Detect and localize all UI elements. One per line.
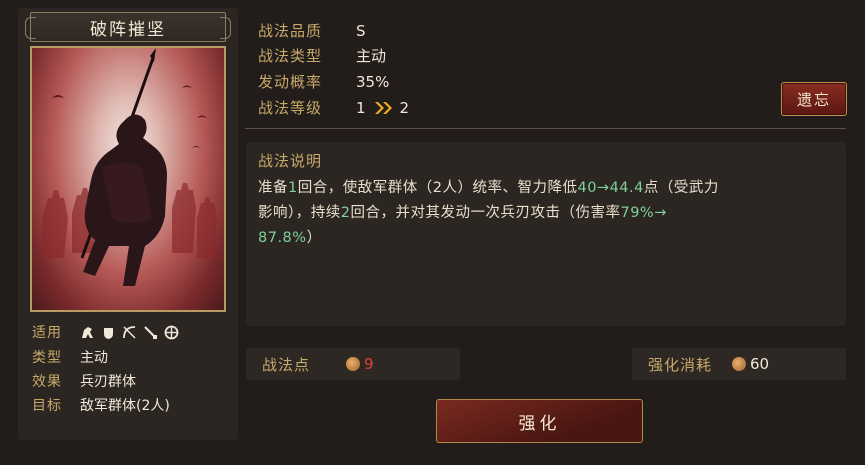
desc-text-span: 影响），持续 — [258, 205, 341, 221]
divider — [245, 128, 846, 129]
desc-text-span: 回合，并对其发动一次兵刃攻击（伤害率 — [350, 205, 621, 221]
tactic-type-value: 主动 — [356, 47, 387, 65]
tactic-points-box: 战法点 9 — [246, 348, 460, 380]
quality-label: 战法品质 — [258, 22, 323, 40]
quality-row: 战法品质 S — [258, 20, 366, 41]
description-title: 战法说明 — [258, 152, 323, 170]
forget-button[interactable]: 遗忘 — [781, 82, 847, 116]
upgrade-cost-box: 强化消耗 60 — [632, 348, 846, 380]
tactic-points-value: 9 — [364, 355, 374, 373]
desc-text-span: 准备 — [258, 180, 288, 196]
rate-row: 发动概率 35% — [258, 71, 389, 92]
level-next: 2 — [399, 98, 410, 117]
target-label: 目标 — [32, 398, 62, 414]
effect-label: 效果 — [32, 374, 62, 390]
description-panel: 战法说明 准备1回合，使敌军群体（2人）统率、智力降低40→44.4点（受武力 … — [246, 142, 846, 326]
desc-text-span: 回合，使敌军群体（2人）统率、智力降低 — [297, 180, 578, 196]
cavalry-icon — [80, 325, 95, 340]
tactic-type-row: 战法类型 主动 — [258, 45, 386, 66]
desc-text-span: 点（受武力 — [643, 180, 719, 196]
tactic-portrait — [30, 46, 226, 312]
tactic-type-label: 战法类型 — [258, 47, 323, 65]
effect-value: 兵刃群体 — [80, 374, 136, 390]
bow-icon — [122, 325, 137, 340]
type-row: 类型 主动 — [32, 347, 108, 367]
type-label: 类型 — [32, 350, 62, 366]
applicable-row: 适用 — [32, 322, 179, 342]
desc-value-span: 87.8% — [258, 230, 307, 246]
rate-value: 35% — [356, 72, 390, 91]
level-current: 1 — [356, 98, 366, 117]
tactic-point-coin-icon — [346, 357, 360, 371]
description-line-2: 影响），持续2回合，并对其发动一次兵刃攻击（伤害率79%→ — [258, 201, 834, 226]
tactic-name-plate: 破阵摧坚 — [25, 12, 231, 42]
desc-text-span: ） — [306, 230, 322, 246]
rate-label: 发动概率 — [258, 73, 323, 91]
description-text: 准备1回合，使敌军群体（2人）统率、智力降低40→44.4点（受武力 影响），持… — [258, 176, 834, 251]
type-value: 主动 — [80, 350, 108, 366]
target-row: 目标 敌军群体(2人) — [32, 395, 170, 415]
desc-value-span: 40→44.4 — [577, 180, 644, 196]
tactic-card-panel: 破阵摧坚 适用 类型 主动 效果 兵刃群体 目标 敌军群体(2人) — [18, 8, 238, 440]
description-line-3: 87.8%） — [258, 226, 834, 251]
level-label: 战法等级 — [258, 99, 323, 117]
rider-silhouette-image — [42, 48, 217, 286]
tactic-points-label: 战法点 — [262, 355, 311, 374]
target-value: 敌军群体(2人) — [80, 398, 170, 414]
upgrade-button[interactable]: 强化 — [436, 399, 643, 443]
tactic-name: 破阵摧坚 — [90, 19, 166, 40]
siege-icon — [164, 325, 179, 340]
tactic-point-coin-icon — [732, 357, 746, 371]
quality-value: S — [356, 21, 366, 40]
level-row: 战法等级 1 2 — [258, 97, 409, 118]
level-up-arrow-icon — [374, 101, 394, 115]
effect-row: 效果 兵刃群体 — [32, 371, 136, 391]
desc-value-span: 79%→ — [620, 205, 667, 221]
upgrade-cost-label: 强化消耗 — [648, 355, 713, 374]
desc-value-span: 1 — [288, 180, 298, 196]
spear-icon — [143, 325, 158, 340]
description-line-1: 准备1回合，使敌军群体（2人）统率、智力降低40→44.4点（受武力 — [258, 176, 834, 201]
shield-icon — [101, 325, 116, 340]
applicable-label: 适用 — [32, 325, 62, 341]
upgrade-cost-value: 60 — [750, 355, 770, 373]
